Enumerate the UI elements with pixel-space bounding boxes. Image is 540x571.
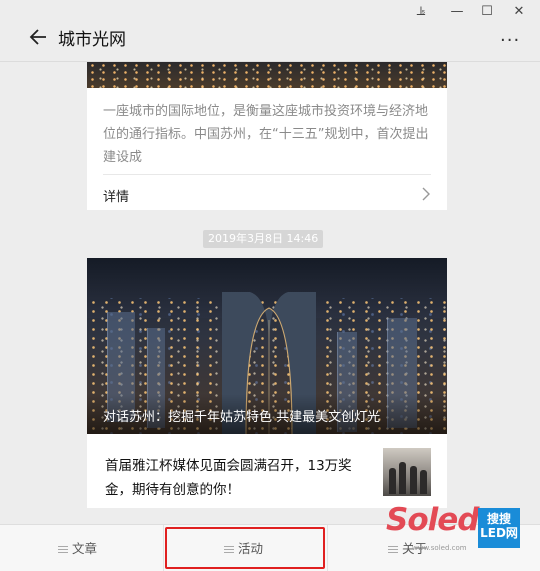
- card-divider: [103, 174, 431, 175]
- menu-divider: [327, 525, 328, 571]
- message-timestamp: 2019年3月8日 14:46: [203, 230, 324, 248]
- menu-divider: [163, 525, 164, 571]
- article-thumbnail: [383, 448, 431, 496]
- pin-icon[interactable]: ⫡: [410, 4, 432, 19]
- menu-list-icon: [58, 544, 68, 555]
- highlight-box: [165, 527, 325, 569]
- watermark-logo: Soled 搜搜 LED网 www.soled.com: [386, 500, 536, 560]
- chat-header: 城市光网 ···: [0, 18, 540, 60]
- watermark-url: www.soled.com: [412, 544, 467, 552]
- menu-item-articles[interactable]: 文章: [58, 525, 97, 571]
- article-card[interactable]: 对话苏州：挖掘千年姑苏特色 共建最美文创灯光 首届雅江杯媒体见面会圆满召开，13…: [87, 258, 447, 508]
- hero-caption: 对话苏州：挖掘千年姑苏特色 共建最美文创灯光: [103, 410, 381, 425]
- suzhou-skyline-image[interactable]: 对话苏州：挖掘千年姑苏特色 共建最美文创灯光: [87, 258, 447, 434]
- maximize-icon[interactable]: ☐: [476, 4, 498, 19]
- article-title[interactable]: 首届雅江杯媒体见面会圆满召开，13万奖金，期待有创意的你！: [105, 454, 377, 502]
- more-options-icon[interactable]: ···: [500, 30, 520, 51]
- close-icon[interactable]: ✕: [508, 4, 530, 19]
- chevron-right-icon: [422, 187, 430, 201]
- article-description: 一座城市的国际地位，是衡量这座城市投资环境与经济地位的通行指标。中国苏州，在“十…: [103, 104, 429, 165]
- city-night-image-partial: [87, 62, 447, 88]
- page-title: 城市光网: [58, 30, 126, 50]
- watermark-brand: Soled: [386, 502, 479, 538]
- detail-link[interactable]: 详情: [103, 186, 129, 205]
- back-arrow-icon[interactable]: [28, 26, 50, 48]
- article-card-previous[interactable]: 一座城市的国际地位，是衡量这座城市投资环境与经济地位的通行指标。中国苏州，在“十…: [87, 62, 447, 210]
- minimize-icon[interactable]: —: [446, 4, 468, 19]
- watermark-badge: 搜搜 LED网: [478, 508, 520, 548]
